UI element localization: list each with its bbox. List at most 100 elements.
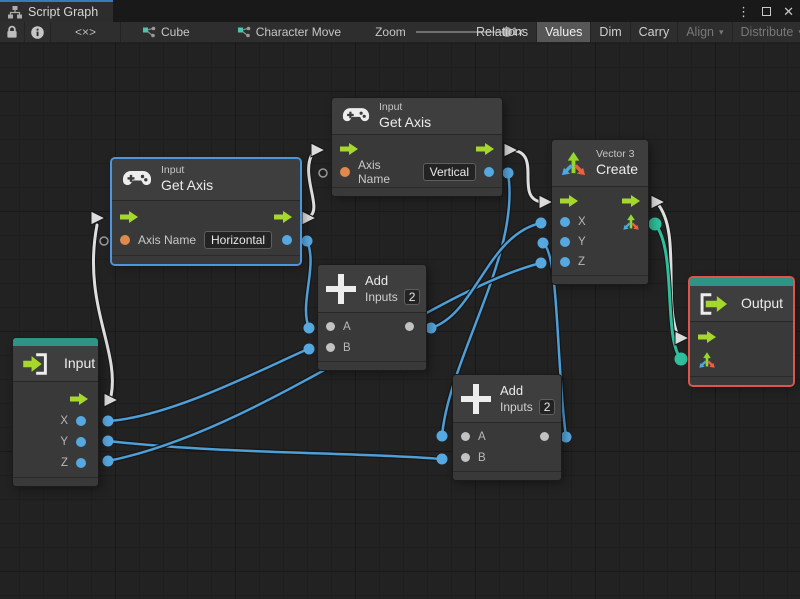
close-icon[interactable]: ✕: [783, 5, 794, 18]
value-port-dot[interactable]: [326, 322, 335, 331]
align-dropdown[interactable]: Align: [678, 22, 733, 42]
wire-input-y-to-add2-b: [106, 439, 443, 461]
vector3-output-port-icon[interactable]: [622, 213, 640, 231]
node-footer: [690, 376, 793, 385]
value-port-dot[interactable]: [461, 432, 470, 441]
flow-ports-row[interactable]: [552, 190, 648, 212]
flow-ports-row[interactable]: [332, 138, 502, 160]
node-output[interactable]: Output: [690, 278, 793, 385]
maximize-icon[interactable]: [762, 6, 772, 16]
node-header: Add Inputs 2: [453, 375, 561, 423]
axis-name-field[interactable]: Vertical: [422, 163, 476, 181]
flow-arrow-icon: [70, 393, 88, 405]
node-header: Vector 3 Create: [552, 140, 648, 187]
graph-output-icon: [700, 292, 727, 315]
port-b-row[interactable]: B: [453, 447, 561, 468]
values-button[interactable]: Values: [537, 22, 592, 42]
port-x-out[interactable]: X: [13, 410, 98, 431]
wire-endpoint: [303, 343, 315, 355]
float-port-dot[interactable]: [76, 457, 86, 468]
axis-name-field[interactable]: Horizontal: [204, 231, 273, 249]
node-footer: [453, 471, 561, 480]
port-y-out[interactable]: Y: [13, 431, 98, 452]
carry-button[interactable]: Carry: [631, 22, 679, 42]
node-input[interactable]: Input X Y Z: [13, 338, 98, 486]
breadcrumb-label: Character Move: [255, 25, 342, 39]
port-z-out[interactable]: Z: [13, 452, 98, 473]
lock-button[interactable]: [0, 22, 25, 42]
value-port-dot[interactable]: [326, 343, 335, 352]
port-label: X: [578, 216, 586, 228]
string-port-dot[interactable]: [340, 167, 350, 177]
wire-endpoint: [535, 217, 547, 229]
node-header: Input: [13, 346, 98, 382]
tab-script-graph[interactable]: Script Graph: [0, 0, 113, 22]
float-port-dot[interactable]: [76, 436, 86, 447]
inputs-count-field[interactable]: 2: [403, 288, 421, 305]
inputs-label: Inputs: [500, 399, 533, 414]
port-z-row[interactable]: Z: [552, 252, 648, 272]
float-port-dot[interactable]: [282, 235, 292, 245]
vector3-input-port-icon: [699, 352, 715, 368]
port-b-row[interactable]: B: [318, 337, 426, 358]
node-get-axis-vertical[interactable]: Input Get Axis Axis Name Vertical: [332, 98, 502, 196]
result-port-dot[interactable]: [405, 322, 414, 331]
distribute-dropdown[interactable]: Distribute: [733, 22, 800, 42]
breadcrumb-cube[interactable]: Cube: [133, 22, 200, 42]
tab-title: Script Graph: [28, 5, 99, 19]
breadcrumb-label: Cube: [161, 25, 190, 39]
port-label: Z: [578, 256, 586, 268]
string-port-dot[interactable]: [120, 235, 130, 245]
port-x-row[interactable]: X: [552, 212, 648, 232]
wire-horizontal-to-add1-a: [304, 239, 312, 330]
float-port-dot[interactable]: [76, 415, 86, 426]
wire-input-x-to-add1-b: [106, 347, 310, 423]
node-body: X Y Z: [13, 382, 98, 477]
lock-icon: [7, 25, 17, 38]
port-a-row[interactable]: A: [318, 316, 426, 337]
code-preview-label: <×>: [74, 25, 97, 39]
node-add-1[interactable]: Add Inputs 2 A B: [318, 265, 426, 370]
value-port-dot[interactable]: [461, 453, 470, 462]
hierarchy-icon: [8, 5, 22, 18]
graph-canvas[interactable]: Input X Y Z Input Get Axis Axis Name Hor…: [0, 42, 800, 599]
flow-port-triangle: [301, 210, 318, 226]
port-label: A: [343, 320, 351, 333]
wire-add1-to-vector3-x: [429, 221, 543, 330]
flow-port-triangle: [674, 330, 691, 346]
inspect-button[interactable]: [25, 22, 51, 42]
menu-dots-icon[interactable]: ⋮: [737, 5, 750, 18]
flow-out-port[interactable]: [13, 388, 98, 410]
result-port-dot[interactable]: [540, 432, 549, 441]
float-port-dot[interactable]: [484, 167, 494, 177]
node-add-2[interactable]: Add Inputs 2 A B: [453, 375, 561, 480]
wire-endpoint: [436, 453, 448, 465]
flow-in-port[interactable]: [690, 326, 793, 348]
io-node-strip: [13, 338, 98, 346]
node-title: Add: [365, 272, 389, 288]
flow-ports-row[interactable]: [112, 206, 300, 228]
node-vector3-create[interactable]: Vector 3 Create X Y Z: [552, 140, 648, 284]
graph-toolbar: <×> Cube Character Move Zoom 1x Relation…: [0, 22, 800, 42]
float-port-dot[interactable]: [560, 237, 570, 247]
float-port-dot[interactable]: [560, 257, 570, 267]
node-title: Get Axis: [161, 177, 214, 194]
float-port-dot[interactable]: [560, 217, 570, 227]
node-body: Axis Name Horizontal: [112, 201, 300, 255]
wire-endpoint: [436, 430, 448, 442]
flow-port-triangle: [650, 194, 667, 210]
code-preview-button[interactable]: <×>: [51, 22, 121, 42]
inputs-count-field[interactable]: 2: [538, 398, 556, 415]
port-a-row[interactable]: A: [453, 426, 561, 447]
node-get-axis-horizontal[interactable]: Input Get Axis Axis Name Horizontal: [112, 159, 300, 264]
wire-endpoint: [102, 415, 114, 427]
dim-button[interactable]: Dim: [591, 22, 631, 42]
relations-button[interactable]: Relations: [468, 22, 538, 42]
node-header: Output: [690, 286, 793, 322]
flow-port-triangle: [103, 392, 120, 408]
port-y-row[interactable]: Y: [552, 232, 648, 252]
flow-port-triangle: [310, 142, 327, 158]
breadcrumb-character-move[interactable]: Character Move: [228, 22, 351, 42]
vector-in-port[interactable]: [690, 348, 793, 372]
port-label: A: [478, 430, 486, 443]
